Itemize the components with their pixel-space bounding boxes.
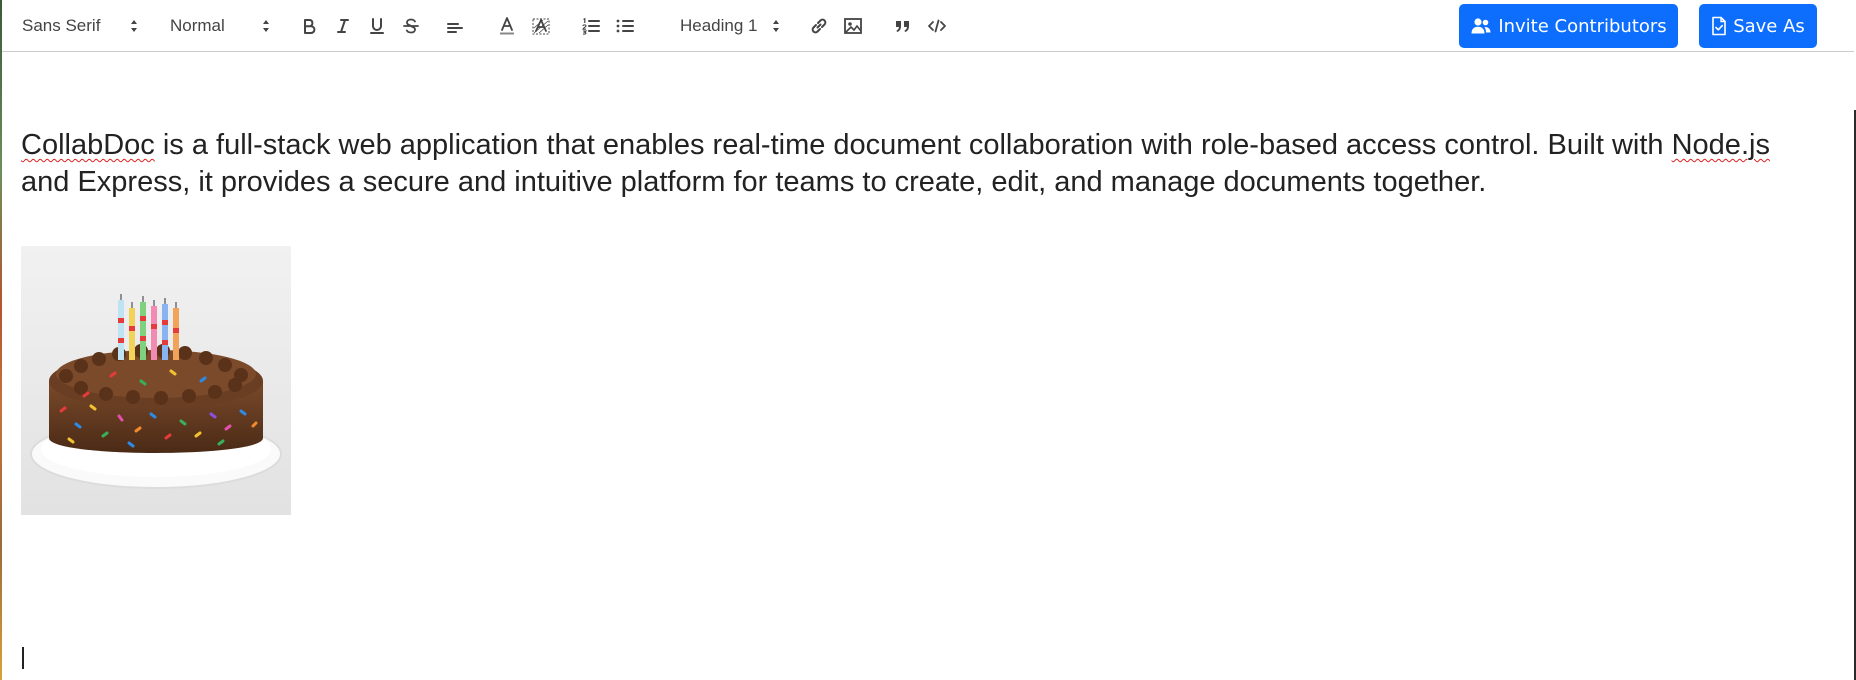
code-block-button[interactable] xyxy=(922,12,952,40)
document-editor[interactable]: CollabDoc is a full-stack web applicatio… xyxy=(2,53,1854,680)
background-color-button[interactable] xyxy=(526,12,556,40)
quote-icon xyxy=(896,20,909,32)
cake-photo-icon xyxy=(21,246,291,515)
underline-button[interactable] xyxy=(362,12,392,40)
updown-icon xyxy=(130,19,138,33)
updown-icon xyxy=(772,19,780,33)
bold-button[interactable] xyxy=(294,12,324,40)
strikethrough-icon xyxy=(403,18,419,33)
font-family-picker[interactable]: Sans Serif xyxy=(22,12,138,40)
align-button[interactable] xyxy=(440,12,470,40)
image-icon xyxy=(844,17,862,34)
bold-icon xyxy=(304,18,316,34)
blockquote-button[interactable] xyxy=(888,12,918,40)
heading-picker[interactable]: Heading 1 xyxy=(680,12,780,40)
heading-label: Heading 1 xyxy=(680,15,758,35)
image-button[interactable] xyxy=(838,12,868,40)
font-family-label: Sans Serif xyxy=(22,15,101,35)
align-left-icon xyxy=(447,22,463,33)
strikethrough-button[interactable] xyxy=(396,12,426,40)
file-check-icon xyxy=(1712,16,1726,36)
invite-contributors-label: Invite Contributors xyxy=(1498,15,1667,37)
node-word: Node.js xyxy=(1671,129,1770,161)
text-color-button[interactable] xyxy=(492,12,522,40)
italic-icon xyxy=(337,18,349,33)
editor-toolbar: Sans Serif Normal Heading 1 Invite Contr… xyxy=(2,0,1854,52)
bullet-list-button[interactable] xyxy=(610,12,640,40)
document-paragraph: CollabDoc is a full-stack web applicatio… xyxy=(21,127,1821,201)
link-icon xyxy=(811,18,827,33)
text-size-picker[interactable]: Normal xyxy=(170,12,270,40)
paragraph-text-part2: and Express, it provides a secure and in… xyxy=(21,166,1487,198)
ordered-list-icon xyxy=(582,17,600,35)
editor-page: Sans Serif Normal Heading 1 Invite Contr… xyxy=(0,0,1856,680)
save-as-label: Save As xyxy=(1733,15,1805,37)
link-button[interactable] xyxy=(804,12,834,40)
ordered-list-button[interactable] xyxy=(576,12,606,40)
text-size-label: Normal xyxy=(170,15,225,35)
code-icon xyxy=(928,19,946,32)
save-as-button[interactable]: Save As xyxy=(1699,4,1817,48)
brand-word: CollabDoc xyxy=(21,129,155,161)
underline-icon xyxy=(370,17,384,34)
italic-button[interactable] xyxy=(328,12,358,40)
users-icon xyxy=(1471,18,1491,34)
text-color-icon xyxy=(500,16,514,34)
birthday-cake-image[interactable] xyxy=(21,246,291,515)
text-cursor xyxy=(22,647,24,669)
highlight-icon xyxy=(532,17,550,34)
bullet-list-icon xyxy=(616,19,634,32)
updown-icon xyxy=(262,19,270,33)
invite-contributors-button[interactable]: Invite Contributors xyxy=(1459,4,1678,48)
paragraph-text-part1: is a full-stack web application that ena… xyxy=(154,129,1672,161)
